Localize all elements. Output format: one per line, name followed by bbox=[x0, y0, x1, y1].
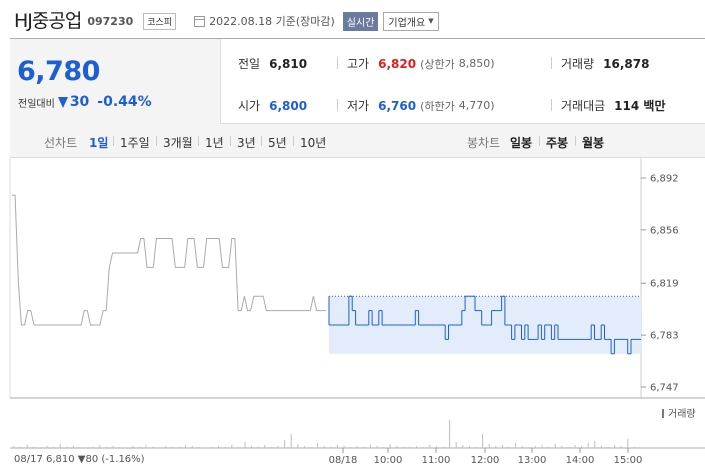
intraday-price-chart[interactable]: 6,892 6,856 6,819 6,783 6,747 08/18 10:00 11:0… bbox=[0, 158, 705, 471]
line-chart-heading: 선차트 bbox=[44, 136, 78, 150]
prev-value: 6,810 bbox=[269, 56, 308, 71]
diff-label: 전일대비 bbox=[18, 98, 55, 110]
high-label: 고가 bbox=[347, 57, 370, 71]
low-value: 6,760 bbox=[378, 98, 417, 113]
tab-separator bbox=[156, 136, 157, 146]
current-price-box: 6,780 전일대비 30 -0.44% bbox=[10, 39, 221, 124]
prev-day-series-line bbox=[12, 194, 326, 326]
tab-separator bbox=[230, 136, 231, 146]
tab-10year[interactable]: 10년 bbox=[300, 134, 326, 151]
y-tick-label: 6,819 bbox=[650, 279, 679, 290]
y-axis-ticks: 6,892 6,856 6,819 6,783 6,747 bbox=[641, 174, 679, 394]
x-tick-label: 08/18 bbox=[329, 455, 358, 466]
chart-period-tabs: 선차트 1일 1주일 3개월 1년 3년 5년 10년 봉차트 일봉 주봉 월봉 bbox=[10, 124, 705, 158]
y-tick-label: 6,747 bbox=[650, 383, 679, 394]
x-tick-label: 14:00 bbox=[566, 455, 595, 466]
volume-legend-label: 거래량 bbox=[668, 408, 696, 420]
stat-volume: 거래량 16,878 bbox=[561, 55, 649, 72]
base-date: 2022.08.18 기준(장마감) bbox=[209, 15, 335, 28]
tab-weekly-candle[interactable]: 주봉 bbox=[546, 134, 568, 151]
down-arrow-icon bbox=[57, 96, 68, 108]
stat-amount: 거래대금 114 백만 bbox=[561, 97, 665, 114]
prev-label: 전일 bbox=[238, 57, 261, 71]
realtime-button[interactable]: 실시간 bbox=[342, 11, 379, 31]
market-badge: 코스피 bbox=[143, 12, 177, 30]
tab-1week[interactable]: 1주일 bbox=[120, 134, 150, 151]
y-tick-label: 6,892 bbox=[650, 174, 679, 185]
divider bbox=[551, 99, 552, 111]
chevron-down-icon: ▼ bbox=[428, 17, 434, 25]
price-change: 전일대비 30 -0.44% bbox=[18, 94, 152, 110]
amount-value: 114 백만 bbox=[614, 99, 666, 113]
tab-separator bbox=[539, 136, 540, 146]
volume-legend-swatch bbox=[662, 409, 664, 418]
diff-percent: -0.44% bbox=[97, 94, 152, 110]
tab-1year[interactable]: 1년 bbox=[205, 134, 224, 151]
candle-chart-heading: 봉차트 bbox=[467, 136, 501, 150]
x-axis-ticks: 08/18 10:00 11:00 12:00 13:00 14:00 15:00 bbox=[329, 448, 643, 466]
tab-separator bbox=[113, 136, 114, 146]
upper-limit-value: 8,850) bbox=[458, 57, 495, 70]
x-tick-label: 12:00 bbox=[471, 455, 500, 466]
x-tick-label: 11:00 bbox=[422, 455, 451, 466]
x-tick-label: 10:00 bbox=[374, 455, 403, 466]
header: HJ중공업 097230 코스피 2022.08.18 기준(장마감) 실시간 … bbox=[0, 0, 705, 38]
low-label: 저가 bbox=[347, 99, 370, 113]
tab-5year[interactable]: 5년 bbox=[268, 134, 287, 151]
tab-1day[interactable]: 1일 bbox=[89, 134, 108, 151]
tab-separator bbox=[198, 136, 199, 146]
company-name[interactable]: HJ중공업 bbox=[14, 6, 82, 33]
tab-3month[interactable]: 3개월 bbox=[163, 134, 193, 151]
volume-legend: 거래량 bbox=[662, 408, 696, 420]
y-tick-label: 6,856 bbox=[650, 225, 679, 236]
x-tick-label: 13:00 bbox=[518, 455, 547, 466]
stock-code: 097230 bbox=[87, 15, 134, 28]
stat-low: 저가 6,760 (하한가 4,770) bbox=[347, 97, 495, 114]
stat-open: 시가 6,800 bbox=[238, 97, 307, 114]
prev-day-line bbox=[12, 194, 326, 326]
x-tick-label: 15:00 bbox=[614, 455, 643, 466]
tab-daily-candle[interactable]: 일봉 bbox=[510, 134, 532, 151]
amount-label: 거래대금 bbox=[561, 99, 606, 113]
tab-separator bbox=[293, 136, 294, 146]
open-value: 6,800 bbox=[269, 98, 308, 113]
diff-value: 30 bbox=[69, 94, 90, 110]
stat-high: 고가 6,820 (상한가 8,850) bbox=[347, 55, 495, 72]
divider bbox=[337, 57, 338, 69]
volume-value: 16,878 bbox=[603, 56, 650, 71]
tab-separator bbox=[261, 136, 262, 146]
divider bbox=[337, 99, 338, 111]
lower-limit-value: 4,770) bbox=[458, 99, 495, 112]
high-value: 6,820 bbox=[378, 56, 417, 71]
corp-info-dropdown[interactable]: 기업개요 ▼ bbox=[383, 11, 439, 31]
stat-prev: 전일 6,810 bbox=[238, 55, 307, 72]
price-summary: 6,780 전일대비 30 -0.44% 전일 6,810 고가 6,820 (… bbox=[10, 38, 705, 124]
divider bbox=[551, 57, 552, 69]
prev-day-footer: 08/17 6,810 ▼80 (-1.16%) bbox=[14, 454, 145, 465]
corp-info-label: 기업개요 bbox=[388, 17, 426, 29]
tab-separator bbox=[575, 136, 576, 146]
calendar-icon bbox=[194, 15, 206, 27]
tab-monthly-candle[interactable]: 월봉 bbox=[582, 134, 604, 151]
lower-limit-label: (하한가 bbox=[420, 99, 455, 113]
upper-limit-label: (상한가 bbox=[420, 57, 455, 71]
y-tick-label: 6,783 bbox=[650, 331, 679, 342]
tab-3year[interactable]: 3년 bbox=[237, 134, 256, 151]
volume-label: 거래량 bbox=[561, 57, 595, 71]
current-price: 6,780 bbox=[17, 56, 100, 87]
volume-bars bbox=[13, 420, 635, 448]
open-label: 시가 bbox=[238, 99, 261, 113]
